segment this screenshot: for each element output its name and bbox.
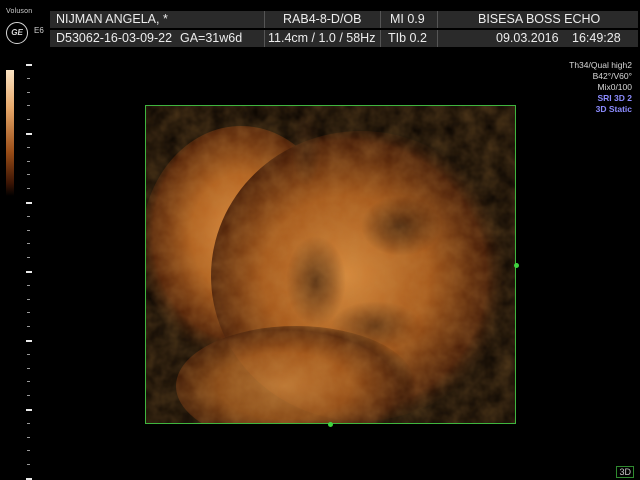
depth-tick [27,367,30,369]
header-bar: Voluson GE E6 NIJMAN ANGELA, * RAB4-8-D/… [0,0,640,50]
param-line-mode: 3D Static [595,104,632,114]
patient-id: D53062-16-03-09-22 [56,31,173,45]
acquisition-params-panel: Th34/Qual high2 B42°/V60° Mix0/100 SRI 3… [569,60,632,115]
device-logo-block: Voluson GE E6 [4,8,46,48]
param-line-sri: SRI 3D 2 [597,93,633,103]
depth-tick [26,202,32,204]
depth-tick [27,229,30,231]
roi-resize-handle-bottom[interactable] [328,422,333,427]
param-line-mix: Mix0/100 [597,82,633,92]
separator [380,30,381,47]
depth-tick [27,298,30,300]
depth-tick [27,105,30,107]
separator [437,11,438,28]
depth-tick [27,381,30,383]
depth-tick [27,284,30,286]
separator [437,30,438,47]
probe-label: RAB4-8-D/OB [283,12,362,26]
patient-name: NIJMAN ANGELA, * [56,12,168,26]
depth-tick [27,326,30,328]
depth-tick [27,174,30,176]
param-line-angles: B42°/V60° [592,71,632,81]
depth-tick [27,395,30,397]
param-line-threshold: Th34/Qual high2 [569,60,632,70]
depth-tick [26,409,32,411]
brand-label: Voluson [6,8,33,15]
fetal-face-render [146,106,515,423]
depth-tick [27,215,30,217]
color-map-bar [6,70,14,196]
scan-params: 11.4cm / 1.0 / 58Hz [268,31,376,45]
3d-mode-badge: 3D [616,466,634,478]
roi-resize-handle-right[interactable] [514,263,519,268]
tib-value: TIb 0.2 [388,31,427,45]
depth-tick [27,77,30,79]
depth-tick [27,119,30,121]
depth-tick [26,271,32,273]
depth-tick [27,436,30,438]
separator [264,30,265,47]
depth-tick [27,146,30,148]
depth-tick [26,133,32,135]
depth-tick [27,312,30,314]
depth-tick [27,464,30,466]
institution-name: BISESA BOSS ECHO [478,12,601,26]
probe-code: E6 [34,26,44,35]
separator [264,11,265,28]
exam-date: 09.03.2016 [496,31,559,45]
exam-time: 16:49:28 [572,31,621,45]
depth-tick [27,422,30,424]
gestational-age: GA=31w6d [180,31,243,45]
depth-tick [26,64,32,66]
depth-tick [27,257,30,259]
depth-tick [27,188,30,190]
depth-tick [27,450,30,452]
depth-tick [27,160,30,162]
render-roi-box[interactable] [145,105,516,424]
depth-tick [26,340,32,342]
depth-tick [27,353,30,355]
ge-logo-icon: GE [6,22,28,44]
separator [380,11,381,28]
mi-value: MI 0.9 [390,12,425,26]
depth-tick [27,91,30,93]
depth-tick [27,243,30,245]
